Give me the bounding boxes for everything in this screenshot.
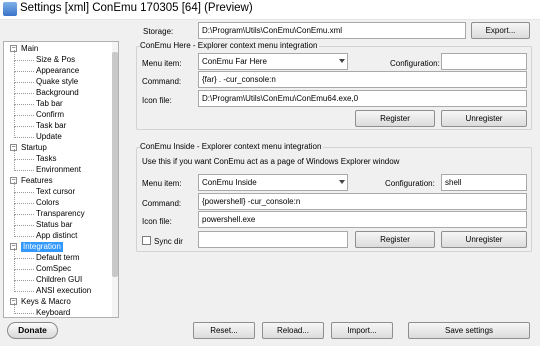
tree-item[interactable]: App distinct xyxy=(36,231,77,241)
conemu-app-icon xyxy=(3,2,17,16)
tree-item[interactable]: Environment xyxy=(36,165,81,175)
tree-category-item[interactable]: Integration xyxy=(21,242,63,252)
chevron-down-icon xyxy=(339,59,345,63)
tree-item[interactable]: Children GUI xyxy=(36,275,82,285)
here-menu-item-label: Menu item: xyxy=(142,59,182,68)
reload-button[interactable]: Reload... xyxy=(262,322,324,339)
tree-connector-line xyxy=(14,203,34,204)
tree-scrollbar-thumb[interactable] xyxy=(112,52,118,277)
tree-connector-line xyxy=(14,313,34,314)
chevron-down-icon xyxy=(339,180,345,184)
tree-connector-line xyxy=(14,71,34,72)
here-configuration-label: Configuration: xyxy=(390,59,440,68)
tree-category-item[interactable]: Startup xyxy=(21,143,47,153)
tree-item[interactable]: Background xyxy=(36,88,79,98)
here-register-button[interactable]: Register xyxy=(355,110,435,127)
settings-tree[interactable]: − Main Size & Pos Appearance Quake style Back… xyxy=(3,41,119,318)
donate-button[interactable]: Donate xyxy=(7,322,58,339)
tree-connector-line xyxy=(14,225,34,226)
tree-item[interactable]: Confirm xyxy=(36,110,64,120)
tree-item[interactable]: Tab bar xyxy=(36,99,63,109)
storage-path-field[interactable]: D:\Program\Utils\ConEmu\ConEmu.xml xyxy=(198,22,466,39)
import-button[interactable]: Import... xyxy=(331,322,393,339)
title-bar: Settings [xml] ConEmu 170305 [64] (Previ… xyxy=(0,0,540,20)
inside-unregister-button[interactable]: Unregister xyxy=(441,231,527,248)
inside-menu-item-label: Menu item: xyxy=(142,179,182,188)
sync-dir-label: Sync dir xyxy=(154,237,183,246)
tree-connector-line xyxy=(14,214,34,215)
inside-register-button[interactable]: Register xyxy=(355,231,435,248)
tree-item[interactable]: ANSI execution xyxy=(36,286,91,296)
sync-dir-checkbox[interactable] xyxy=(142,236,151,245)
tree-item[interactable]: Default term xyxy=(36,253,80,263)
tree-item[interactable]: Update xyxy=(36,132,62,142)
inside-description: Use this if you want ConEmu act as a pag… xyxy=(142,157,400,166)
inside-icon-file-label: Icon file: xyxy=(142,217,172,226)
tree-scrollbar[interactable] xyxy=(112,42,118,317)
tree-connector-line xyxy=(14,126,34,127)
tree-connector-line xyxy=(14,269,34,270)
tree-item[interactable]: Text cursor xyxy=(36,187,75,197)
tree-connector-line xyxy=(14,291,34,292)
tree-item[interactable]: Colors xyxy=(36,198,59,208)
tree-category-item[interactable]: Keys & Macro xyxy=(21,297,71,307)
tree-connector-line xyxy=(14,82,34,83)
inside-command-label: Command: xyxy=(142,199,182,208)
save-settings-button[interactable]: Save settings xyxy=(408,322,530,339)
tree-item[interactable]: Size & Pos xyxy=(36,55,75,65)
tree-item[interactable]: ComSpec xyxy=(36,264,71,274)
conemu-here-group-title: ConEmu Here - Explorer context menu inte… xyxy=(140,41,320,50)
tree-item[interactable]: Status bar xyxy=(36,220,72,230)
here-icon-file-field[interactable]: D:\Program\Utils\ConEmu\ConEmu64.exe,0 xyxy=(198,90,527,107)
inside-menu-item-combo[interactable]: ConEmu Inside xyxy=(198,174,348,191)
tree-connector-line xyxy=(14,159,34,160)
here-unregister-button[interactable]: Unregister xyxy=(441,110,527,127)
tree-category-item[interactable]: Main xyxy=(21,44,38,54)
inside-icon-file-field[interactable]: powershell.exe xyxy=(198,211,527,228)
tree-item[interactable]: Quake style xyxy=(36,77,78,87)
tree-connector-line xyxy=(14,258,34,259)
window-title: Settings [xml] ConEmu 170305 [64] (Previ… xyxy=(20,2,253,14)
here-configuration-field[interactable] xyxy=(441,53,527,70)
tree-connector-line xyxy=(14,93,34,94)
reset-button[interactable]: Reset... xyxy=(193,322,255,339)
tree-connector-line xyxy=(14,104,34,105)
tree-category-item[interactable]: Features xyxy=(21,176,53,186)
tree-connector-line xyxy=(14,137,34,138)
here-command-label: Command: xyxy=(142,77,182,86)
tree-connector-line xyxy=(14,192,34,193)
tree-item[interactable]: Tasks xyxy=(36,154,56,164)
storage-label: Storage: xyxy=(143,27,174,36)
here-menu-item-combo[interactable]: ConEmu Far Here xyxy=(198,53,348,70)
tree-item[interactable]: Keyboard xyxy=(36,308,70,317)
tree-connector-line xyxy=(14,280,34,281)
tree-item[interactable]: Task bar xyxy=(36,121,66,131)
tree-item[interactable]: Appearance xyxy=(36,66,79,76)
here-icon-file-label: Icon file: xyxy=(142,96,172,105)
tree-connector-line xyxy=(14,236,34,237)
conemu-inside-group-title: ConEmu Inside - Explorer context menu in… xyxy=(140,142,324,151)
tree-item[interactable]: Transparency xyxy=(36,209,85,219)
here-menu-item-value: ConEmu Far Here xyxy=(202,57,267,66)
inside-command-field[interactable]: {powershell} -cur_console:n xyxy=(198,193,527,210)
inside-configuration-label: Configuration: xyxy=(385,179,435,188)
sync-dir-field[interactable] xyxy=(198,231,348,248)
tree-connector-line xyxy=(14,170,34,171)
tree-connector-line xyxy=(14,60,34,61)
export-button[interactable]: Export... xyxy=(471,22,530,39)
tree-connector-line xyxy=(14,115,34,116)
inside-menu-item-value: ConEmu Inside xyxy=(202,178,257,187)
here-command-field[interactable]: {far} . -cur_console:n xyxy=(198,71,527,88)
inside-configuration-field[interactable]: shell xyxy=(441,174,527,191)
